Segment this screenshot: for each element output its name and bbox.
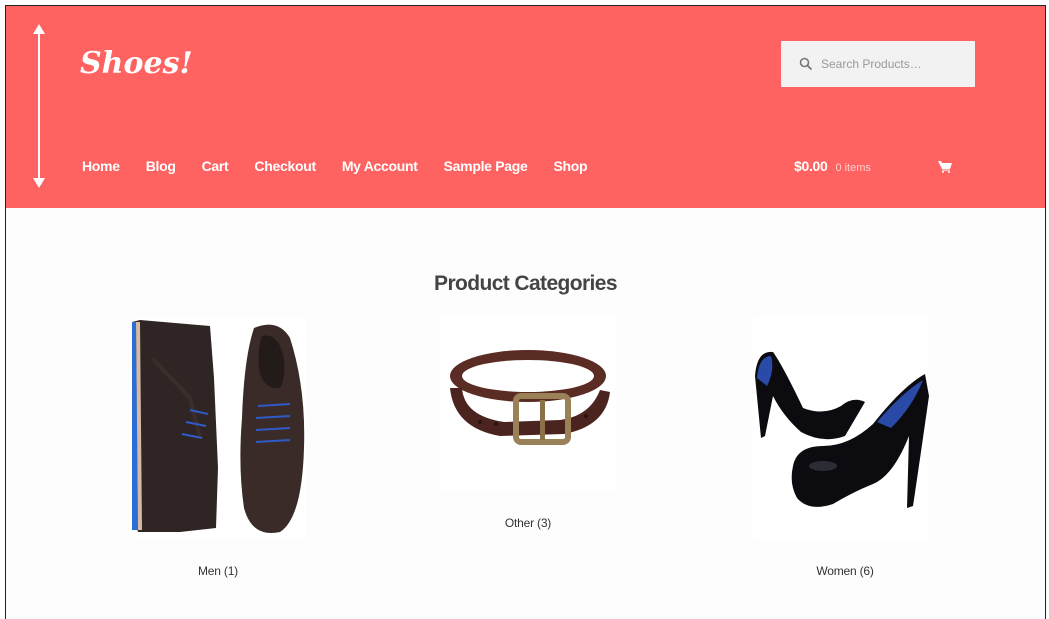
- category-label-women: Women (6): [745, 564, 945, 578]
- category-label-men: Men (1): [118, 564, 318, 578]
- nav-checkout[interactable]: Checkout: [254, 158, 316, 174]
- category-name: Other: [504, 516, 534, 530]
- category-other[interactable]: Other (3): [440, 316, 616, 530]
- nav-cart[interactable]: Cart: [202, 158, 229, 174]
- men-shoes-image: [130, 318, 306, 538]
- category-men[interactable]: Men (1): [130, 318, 306, 578]
- nav-home[interactable]: Home: [82, 158, 120, 174]
- site-logo[interactable]: Shoes!: [80, 46, 193, 106]
- primary-nav: Home Blog Cart Checkout My Account Sampl…: [82, 158, 613, 174]
- nav-shop[interactable]: Shop: [554, 158, 588, 174]
- category-count: (3): [537, 516, 552, 530]
- category-name: Men: [198, 564, 221, 578]
- women-heels-image: [753, 316, 929, 540]
- nav-blog[interactable]: Blog: [146, 158, 176, 174]
- nav-sample-page[interactable]: Sample Page: [444, 158, 528, 174]
- vertical-resize-arrow-icon: [33, 24, 45, 188]
- search-input[interactable]: [821, 41, 971, 87]
- page-frame: Shoes! Home Blog Cart Checkout My Accoun…: [5, 5, 1046, 619]
- site-header: Shoes! Home Blog Cart Checkout My Accoun…: [6, 6, 1045, 208]
- nav-my-account[interactable]: My Account: [342, 158, 418, 174]
- cart-item-count: 0 items: [835, 162, 871, 174]
- category-women[interactable]: Women (6): [753, 316, 929, 578]
- logo-text: Shoes!: [80, 46, 193, 81]
- category-count: (6): [859, 564, 874, 578]
- belt-image: [440, 316, 616, 491]
- category-label-other: Other (3): [428, 516, 628, 530]
- search-box: [781, 41, 975, 87]
- cart-amount: $0.00: [794, 158, 828, 174]
- cart-summary[interactable]: $0.00 0 items: [794, 158, 871, 174]
- page-title: Product Categories: [434, 272, 618, 295]
- shopping-cart-icon[interactable]: [938, 161, 952, 173]
- category-name: Women: [816, 564, 857, 578]
- category-count: (1): [223, 564, 238, 578]
- search-icon: [799, 57, 813, 71]
